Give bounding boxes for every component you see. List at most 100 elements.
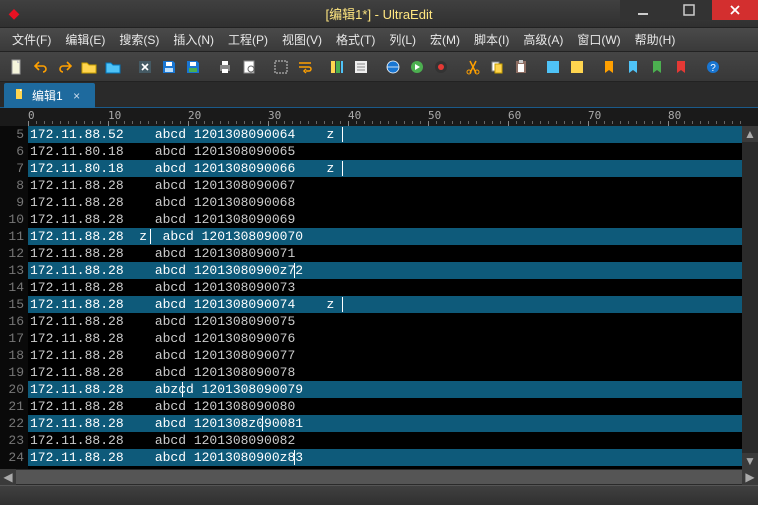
menu-help[interactable]: 帮助(H) (629, 29, 682, 50)
text-line[interactable]: 172.11.88.28 abcd 1201308090077 (28, 347, 758, 364)
scroll-left-arrow[interactable]: ◀ (0, 469, 16, 485)
line-number: 8 (0, 177, 24, 194)
text-line[interactable]: 172.11.88.28 abcd 12013080900z72 (28, 262, 758, 279)
bookmark-a-button[interactable] (598, 56, 620, 78)
close-button[interactable] (712, 0, 758, 20)
cut-button[interactable] (462, 56, 484, 78)
text-line[interactable]: 172.11.88.28 abcd 1201308z090081 (28, 415, 758, 432)
line-number: 24 (0, 449, 24, 466)
text-line[interactable]: 172.11.88.28 abcd 1201308090082 (28, 432, 758, 449)
text-line[interactable]: 172.11.88.28 abcd 1201308090074 z (28, 296, 758, 313)
tab-label: 编辑1 (32, 87, 63, 104)
tab-close-button[interactable]: × (69, 88, 85, 104)
line-number: 18 (0, 347, 24, 364)
help-button[interactable]: ? (702, 56, 724, 78)
menu-project[interactable]: 工程(P) (222, 29, 274, 50)
scroll-right-arrow[interactable]: ▶ (742, 469, 758, 485)
hscroll-thumb[interactable] (16, 470, 742, 484)
menu-column[interactable]: 列(L) (383, 29, 422, 50)
record-button[interactable] (430, 56, 452, 78)
new-file-button[interactable] (6, 56, 28, 78)
vertical-scrollbar[interactable]: ▲ ▼ (742, 126, 758, 469)
line-number: 23 (0, 432, 24, 449)
text-line[interactable]: 172.11.88.52 abcd 1201308090064 z (28, 126, 758, 143)
bookmark-c-button[interactable] (646, 56, 668, 78)
paste-button[interactable] (510, 56, 532, 78)
editor-pane: 01020304050607080 5678910111213141516171… (0, 108, 758, 485)
save-button[interactable] (158, 56, 180, 78)
menu-macro[interactable]: 宏(M) (424, 29, 466, 50)
menu-insert[interactable]: 插入(N) (167, 29, 220, 50)
text-line[interactable]: 172.11.88.28 abcd 1201308090078 (28, 364, 758, 381)
text-caret (150, 229, 151, 244)
menu-format[interactable]: 格式(T) (330, 29, 381, 50)
save-as-button[interactable] (182, 56, 204, 78)
bookmark-b-button[interactable] (622, 56, 644, 78)
menu-edit[interactable]: 编辑(E) (59, 29, 111, 50)
menu-window[interactable]: 窗口(W) (571, 29, 626, 50)
browser-button[interactable] (382, 56, 404, 78)
text-area[interactable]: 56789101112131415161718192021222324 172.… (0, 126, 758, 469)
clipboard-b-button[interactable] (566, 56, 588, 78)
line-number: 19 (0, 364, 24, 381)
line-number: 11 (0, 228, 24, 245)
line-number: 13 (0, 262, 24, 279)
run-button[interactable] (406, 56, 428, 78)
text-line[interactable]: 172.11.88.28 abcd 1201308090067 (28, 177, 758, 194)
line-number: 7 (0, 160, 24, 177)
text-line[interactable]: 172.11.88.28 abcd 1201308090073 (28, 279, 758, 296)
hscroll-track[interactable] (16, 469, 742, 485)
line-number-gutter: 56789101112131415161718192021222324 (0, 126, 28, 469)
redo-button[interactable] (54, 56, 76, 78)
file-icon (14, 88, 26, 103)
text-line[interactable]: 172.11.88.28 abcd 1201308090071 (28, 245, 758, 262)
scroll-down-arrow[interactable]: ▼ (742, 453, 758, 469)
toolbar: ? (0, 52, 758, 82)
line-number: 10 (0, 211, 24, 228)
tab-bar: 编辑1 × (0, 82, 758, 108)
open-recent-button[interactable] (102, 56, 124, 78)
minimize-button[interactable] (620, 0, 666, 20)
horizontal-scrollbar[interactable]: ◀ ▶ (0, 469, 758, 485)
text-line[interactable]: 172.11.88.28 abcd 1201308090068 (28, 194, 758, 211)
line-number: 15 (0, 296, 24, 313)
text-caret (262, 416, 263, 431)
text-lines[interactable]: 172.11.88.52 abcd 1201308090064 z172.11.… (28, 126, 758, 469)
open-button[interactable] (78, 56, 100, 78)
clipboard-a-button[interactable] (542, 56, 564, 78)
text-caret (342, 297, 343, 312)
line-number: 22 (0, 415, 24, 432)
word-wrap-button[interactable] (294, 56, 316, 78)
tab-active[interactable]: 编辑1 × (4, 83, 95, 108)
print-preview-button[interactable] (238, 56, 260, 78)
menu-view[interactable]: 视图(V) (276, 29, 328, 50)
text-line[interactable]: 172.11.88.28 abcd 1201308090075 (28, 313, 758, 330)
select-all-button[interactable] (270, 56, 292, 78)
print-button[interactable] (214, 56, 236, 78)
text-line[interactable]: 172.11.80.18 abcd 1201308090065 (28, 143, 758, 160)
menu-script[interactable]: 脚本(I) (468, 29, 515, 50)
text-line[interactable]: 172.11.88.28 z abcd 1201308090070 (28, 228, 758, 245)
vscroll-track[interactable] (742, 142, 758, 453)
scroll-up-arrow[interactable]: ▲ (742, 126, 758, 142)
text-caret (342, 127, 343, 142)
menu-advanced[interactable]: 高级(A) (517, 29, 569, 50)
menu-search[interactable]: 搜索(S) (113, 29, 165, 50)
undo-button[interactable] (30, 56, 52, 78)
text-line[interactable]: 172.11.80.18 abcd 1201308090066 z (28, 160, 758, 177)
text-line[interactable]: 172.11.88.28 abcd 1201308090076 (28, 330, 758, 347)
text-line[interactable]: 172.11.88.28 abcd 1201308090080 (28, 398, 758, 415)
bookmark-d-button[interactable] (670, 56, 692, 78)
copy-button[interactable] (486, 56, 508, 78)
line-number: 5 (0, 126, 24, 143)
ruler: 01020304050607080 (0, 108, 758, 126)
text-line[interactable]: 172.11.88.28 abcd 1201308090069 (28, 211, 758, 228)
column-mode-button[interactable] (326, 56, 348, 78)
line-height-button[interactable] (350, 56, 372, 78)
menu-file[interactable]: 文件(F) (6, 29, 57, 50)
line-number: 21 (0, 398, 24, 415)
text-line[interactable]: 172.11.88.28 abcd 12013080900z83 (28, 449, 758, 466)
maximize-button[interactable] (666, 0, 712, 20)
text-line[interactable]: 172.11.88.28 abzcd 1201308090079 (28, 381, 758, 398)
close-file-button[interactable] (134, 56, 156, 78)
